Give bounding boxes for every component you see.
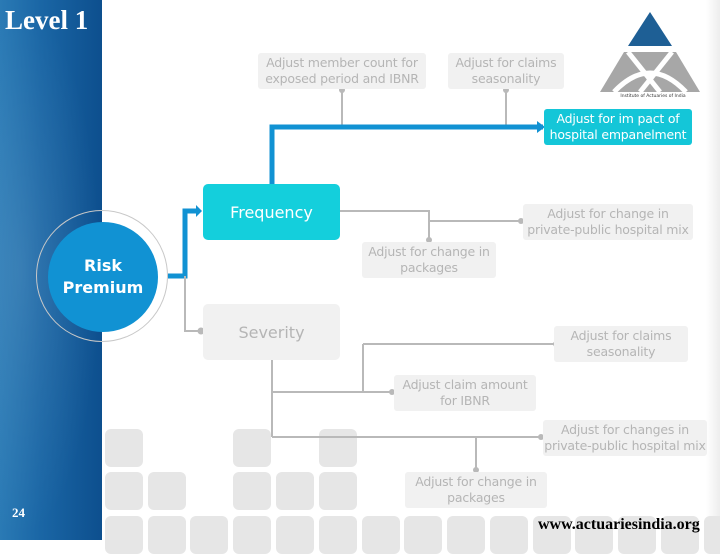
box-line: exposed period and IBNR — [265, 71, 419, 86]
box-line: Adjust for claims — [570, 328, 672, 343]
severity-adjustment-packages[interactable]: Adjust for change in packages — [405, 472, 547, 508]
frequency-node-label: Frequency — [230, 202, 313, 222]
highlight-connector — [269, 124, 543, 184]
severity-adjustment-claims-seasonality[interactable]: Adjust for claims seasonality — [554, 326, 688, 362]
frequency-adjustment-packages[interactable]: Adjust for change in packages — [362, 242, 496, 278]
box-line: packages — [447, 490, 505, 505]
severity-adjustment-claim-ibnr[interactable]: Adjust claim amount for IBNR — [394, 375, 536, 411]
root-node-risk-premium[interactable]: Risk Premium — [48, 222, 158, 332]
box-line: Adjust claim amount — [402, 377, 528, 392]
box-line: private-public hospital mix — [527, 222, 689, 237]
connector — [340, 210, 430, 240]
frequency-adjustment-hospital-empanelment[interactable]: Adjust for im pact of hospital empanelmen… — [544, 109, 692, 145]
root-to-severity-connector — [184, 276, 201, 332]
box-line: Adjust for claims — [455, 55, 557, 70]
box-line: seasonality — [471, 71, 541, 86]
root-node-label-line1: Risk — [84, 256, 122, 275]
box-line: private-public hospital mix — [544, 438, 706, 453]
box-line: Adjust for change in — [415, 474, 537, 489]
severity-node[interactable]: Severity — [203, 304, 340, 360]
severity-node-label: Severity — [238, 322, 305, 342]
frequency-node[interactable]: Frequency — [203, 184, 340, 240]
box-line: Adjust for change in — [547, 206, 669, 221]
page-number: 24 — [12, 505, 25, 520]
box-line: Adjust for im pact of — [556, 111, 680, 126]
box-line: hospital empanelment — [549, 127, 687, 142]
box-line: Adjust member count for — [266, 55, 418, 70]
box-line: Adjust for change in — [368, 244, 490, 259]
box-line: packages — [400, 260, 458, 275]
root-to-frequency-connector — [168, 208, 198, 279]
frequency-adjustment-member-count[interactable]: Adjust member count for exposed period an… — [258, 53, 426, 89]
box-line: Adjust for changes in — [561, 422, 689, 437]
severity-adjustment-hospital-mix[interactable]: Adjust for changes in private-public hosp… — [543, 420, 707, 456]
root-node-label-line2: Premium — [62, 278, 144, 297]
frequency-adjustment-claims-seasonality[interactable]: Adjust for claims seasonality — [448, 53, 564, 89]
frequency-arrow — [196, 205, 202, 217]
box-line: for IBNR — [440, 393, 490, 408]
website-url[interactable]: www.actuariesindia.org — [538, 516, 700, 534]
box-line: seasonality — [586, 344, 656, 359]
frequency-adjustment-hospital-mix[interactable]: Adjust for change in private-public hospi… — [523, 204, 693, 240]
